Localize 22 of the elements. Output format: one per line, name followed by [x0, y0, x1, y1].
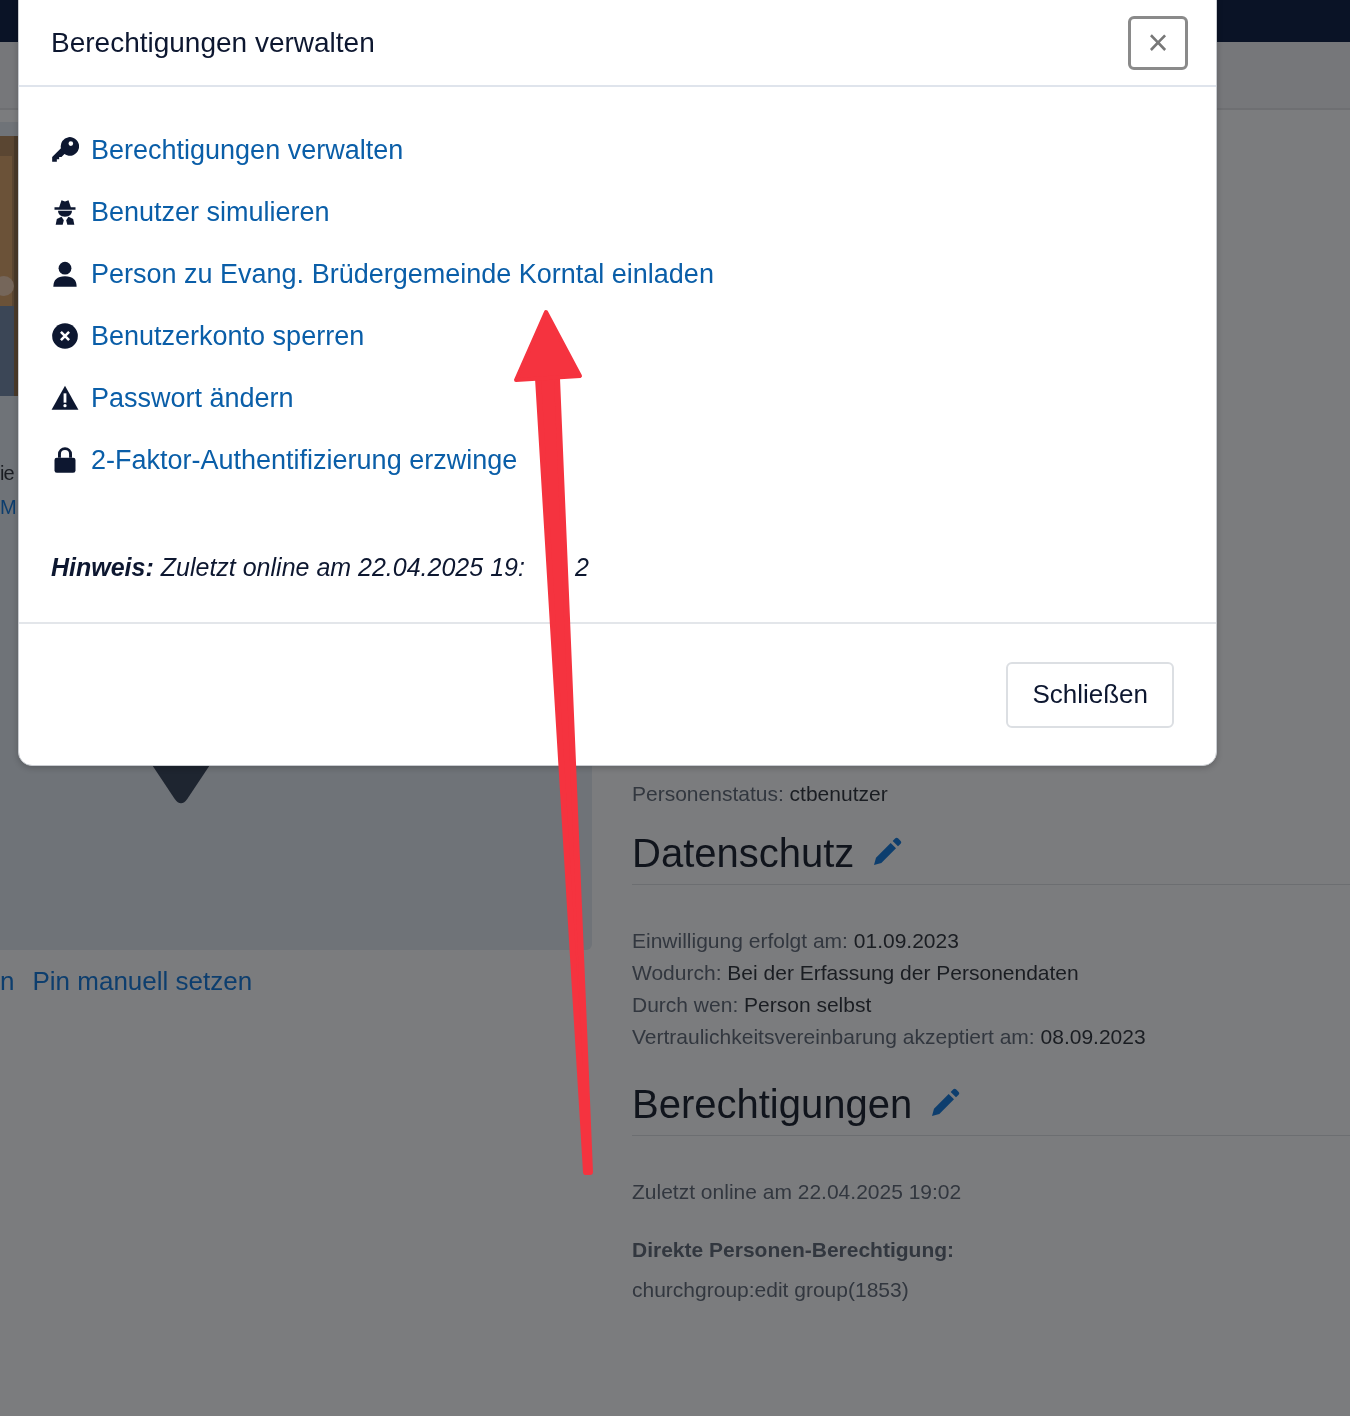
close-button[interactable]: Schließen	[1006, 661, 1174, 728]
action-link[interactable]: Benutzer simulieren	[91, 196, 330, 228]
field-text: Vertraulichkeitsvereinbarung akzeptiert am: 08.09.2023	[632, 1024, 1147, 1050]
modal-title: Berechtigungen verwalten	[51, 27, 375, 59]
section-title: Berechtigungen	[632, 1081, 913, 1128]
field-text: Durch wen: Person selbst	[632, 992, 873, 1018]
name-text: ie	[0, 461, 14, 486]
close-button[interactable]: ×	[1128, 16, 1188, 70]
field-text: Wodurch: Bei der Erfassung der Personendaten	[632, 960, 1080, 986]
action-link[interactable]: Passwort ändern	[91, 382, 294, 414]
subheading: Direkte Personen-Berechtigung:	[632, 1237, 956, 1263]
status-text: Personenstatus: ctbenutzer	[632, 781, 889, 807]
action-link[interactable]: Person zu Evang. Brüdergemeinde Korntal einladen	[91, 258, 714, 290]
info-text: Zuletzt online am 22.04.2025 19:02	[632, 1179, 963, 1205]
field-text: Einwilligung erfolgt am: 01.09.2023	[632, 928, 960, 954]
section-title: Datenschutz	[632, 830, 855, 877]
note-text: Hinweis: Zuletzt online am 22.04.2025 19:	[51, 553, 525, 582]
action-link[interactable]: Berechtigungen verwalten	[91, 134, 404, 166]
action-link[interactable]: 2-Faktor-Authentifizierung erzwinge	[91, 444, 518, 476]
note-text: 2	[574, 553, 589, 582]
info-text: churchgroup:edit group(1853)	[632, 1277, 910, 1303]
action-link[interactable]: Benutzerkonto sperren	[91, 320, 365, 352]
